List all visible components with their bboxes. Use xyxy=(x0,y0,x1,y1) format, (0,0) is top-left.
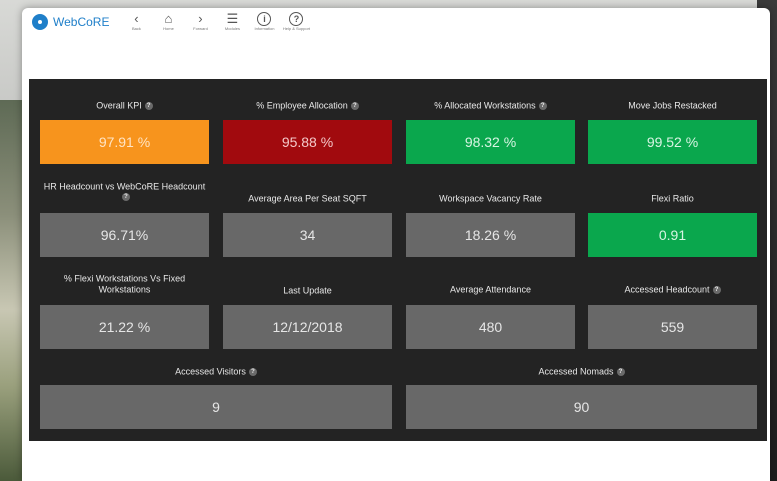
kpi-accessed-visitors[interactable]: Accessed Visitors? 9 xyxy=(40,364,392,432)
kpi-accessed-headcount[interactable]: Accessed Headcount? 559 xyxy=(588,273,757,349)
information-icon: i xyxy=(257,12,272,26)
modules-label: Modules xyxy=(224,26,241,31)
kpi-flexi-vs-fixed-workstations[interactable]: % Flexi Workstations Vs Fixed Workstatio… xyxy=(40,273,209,349)
kpi-allocated-workstations[interactable]: % Allocated Workstations? 98.32 % xyxy=(406,97,575,165)
kpi-value: 99.52 % xyxy=(588,120,757,164)
kpi-label: Average Area Per Seat SQFT xyxy=(248,193,367,204)
app-window: WebCoRE ‹ Back ⌂ Home › Forward ☰ Module… xyxy=(22,8,770,481)
forward-icon: › xyxy=(198,11,203,26)
information-label: Information xyxy=(254,26,275,31)
help-support-icon: ? xyxy=(289,12,304,26)
kpi-label: Accessed Headcount xyxy=(624,284,710,295)
kpi-value: 559 xyxy=(588,305,757,349)
kpi-value: 9 xyxy=(40,385,392,429)
kpi-average-area-per-seat[interactable]: Average Area Per Seat SQFT 34 xyxy=(223,181,392,257)
forward-label: Forward xyxy=(193,26,208,31)
kpi-value: 90 xyxy=(406,385,757,429)
kpi-value: 21.22 % xyxy=(40,305,209,349)
modules-icon: ☰ xyxy=(226,11,239,26)
background-left xyxy=(0,100,22,481)
kpi-overall[interactable]: Overall KPI? 97.91 % xyxy=(40,97,209,165)
back-icon: ‹ xyxy=(134,11,139,26)
back-button[interactable]: ‹ Back xyxy=(121,12,151,32)
kpi-value: 95.88 % xyxy=(223,120,392,164)
information-button[interactable]: i Information xyxy=(249,12,279,32)
forward-button[interactable]: › Forward xyxy=(185,12,215,32)
kpi-last-update[interactable]: Last Update 12/12/2018 xyxy=(223,273,392,349)
kpi-label: HR Headcount vs WebCoRE Headcount xyxy=(43,181,206,192)
app-logo[interactable]: WebCoRE xyxy=(32,14,109,30)
info-icon[interactable]: ? xyxy=(616,367,625,376)
kpi-value: 34 xyxy=(223,213,392,257)
info-icon[interactable]: ? xyxy=(144,101,153,110)
home-button[interactable]: ⌂ Home xyxy=(153,12,183,32)
kpi-value: 98.32 % xyxy=(406,120,575,164)
kpi-employee-allocation[interactable]: % Employee Allocation? 95.88 % xyxy=(223,97,392,165)
kpi-label: Move Jobs Restacked xyxy=(628,100,717,111)
kpi-label: Accessed Nomads xyxy=(538,366,614,377)
kpi-label: Overall KPI xyxy=(96,100,142,111)
kpi-label: Workspace Vacancy Rate xyxy=(439,193,542,204)
info-icon[interactable]: ? xyxy=(122,193,130,202)
kpi-value: 12/12/2018 xyxy=(223,305,392,349)
info-icon[interactable]: ? xyxy=(350,101,359,110)
kpi-accessed-nomads[interactable]: Accessed Nomads? 90 xyxy=(406,364,757,432)
app-name: WebCoRE xyxy=(53,15,110,29)
help-support-label: Help & Support xyxy=(282,26,311,31)
kpi-workspace-vacancy-rate[interactable]: Workspace Vacancy Rate 18.26 % xyxy=(406,181,575,257)
kpi-value: 18.26 % xyxy=(406,213,575,257)
kpi-value: 0.91 xyxy=(588,213,757,257)
kpi-move-jobs-restacked[interactable]: Move Jobs Restacked 99.52 % xyxy=(588,97,757,165)
kpi-label: % Allocated Workstations xyxy=(434,100,536,111)
back-label: Back xyxy=(132,26,141,31)
kpi-hr-headcount[interactable]: HR Headcount vs WebCoRE Headcount? 96.71… xyxy=(40,181,209,257)
toolbar: WebCoRE ‹ Back ⌂ Home › Forward ☰ Module… xyxy=(22,8,770,36)
home-label: Home xyxy=(163,26,174,31)
help-support-button[interactable]: ? Help & Support xyxy=(281,12,311,32)
kpi-value: 97.91 % xyxy=(40,120,209,164)
kpi-label: Average Attendance xyxy=(450,284,531,295)
kpi-value: 96.71% xyxy=(40,213,209,257)
info-icon[interactable]: ? xyxy=(248,367,257,376)
kpi-average-attendance[interactable]: Average Attendance 480 xyxy=(406,273,575,349)
kpi-label: % Employee Allocation xyxy=(256,100,348,111)
kpi-label: % Flexi Workstations Vs Fixed Workstatio… xyxy=(63,273,186,295)
webcore-logo-icon xyxy=(32,14,48,30)
kpi-label: Last Update xyxy=(283,285,332,296)
kpi-label: Accessed Visitors xyxy=(175,366,246,377)
info-icon[interactable]: ? xyxy=(538,101,547,110)
modules-button[interactable]: ☰ Modules xyxy=(217,12,247,32)
home-icon: ⌂ xyxy=(164,11,173,26)
kpi-label: Flexi Ratio xyxy=(651,193,694,204)
info-icon[interactable]: ? xyxy=(712,285,721,294)
kpi-value: 480 xyxy=(406,305,575,349)
kpi-flexi-ratio[interactable]: Flexi Ratio 0.91 xyxy=(588,181,757,257)
kpi-dashboard: Overall KPI? 97.91 % % Employee Allocati… xyxy=(29,79,767,441)
